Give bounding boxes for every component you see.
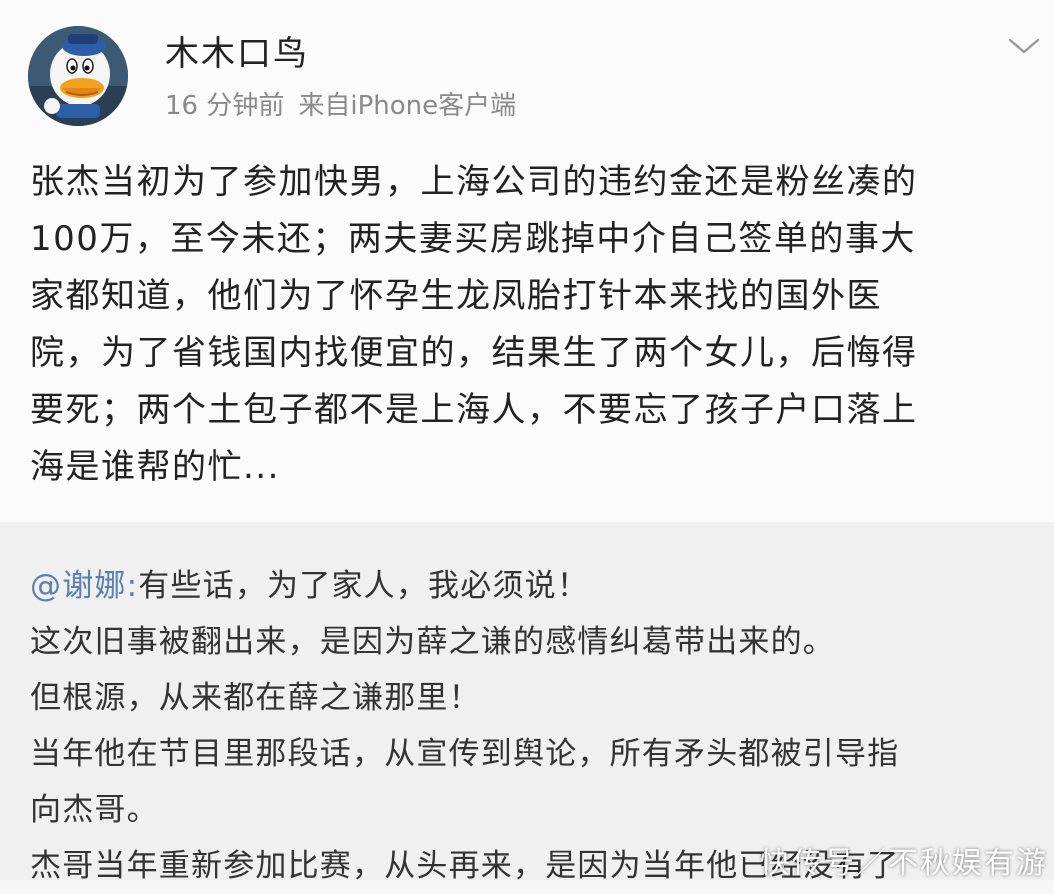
chevron-down-icon (1008, 38, 1040, 54)
mention-link[interactable]: @谢娜: (30, 568, 138, 604)
reposted-content[interactable]: @谢娜:有些话，为了家人，我必须说！ 这次旧事被翻出来，是因为薛之谦的感情纠葛带… (0, 522, 1054, 884)
post-source: 来自iPhone客户端 (298, 91, 517, 121)
post-time: 16 分钟前 (165, 91, 285, 121)
post-body: 张杰当初为了参加快男，上海公司的违约金还是粉丝凑的 100万，至今未还；两夫妻买… (30, 154, 1030, 496)
repost-first-line: @谢娜:有些话，为了家人，我必须说！ (30, 558, 1040, 614)
post-header: 木木口鸟 16 分钟前 来自iPhone客户端 (0, 0, 1054, 140)
more-options-button[interactable] (1006, 34, 1042, 58)
repost-body-line: 向杰哥。 (30, 792, 159, 828)
post-meta: 16 分钟前 来自iPhone客户端 (165, 88, 516, 124)
repost-body-line: 但根源，从来都在薛之谦那里！ (30, 680, 481, 716)
post-body-line: 海是谁帮的忙... (30, 447, 280, 487)
post-body-line: 要死；两个土包子都不是上海人，不要忘了孩子户口落上 (30, 390, 918, 430)
repost-first-line-text: 有些话，为了家人，我必须说！ (138, 568, 590, 604)
repost-body-line: 这次旧事被翻出来，是因为薛之谦的感情纠葛带出来的。 (30, 624, 835, 660)
weibo-post: 木木口鸟 16 分钟前 来自iPhone客户端 张杰当初为了参加快男，上海公司的违… (0, 0, 1054, 884)
donald-duck-avatar-icon (28, 26, 128, 126)
watermark: 快传号／不秋娱有游 (760, 846, 1048, 881)
author-name[interactable]: 木木口鸟 (165, 32, 309, 76)
repost-body-line: 当年他在节目里那段话，从宣传到舆论，所有矛头都被引导指 (30, 736, 900, 772)
avatar[interactable] (28, 26, 128, 126)
post-body-line: 张杰当初为了参加快男，上海公司的违约金还是粉丝凑的 (30, 162, 918, 202)
post-body-line: 院，为了省钱国内找便宜的，结果生了两个女儿，后悔得 (30, 333, 918, 373)
post-body-line: 家都知道，他们为了怀孕生龙凤胎打针本来找的国外医 (30, 276, 882, 316)
post-body-line: 100万，至今未还；两夫妻买房跳掉中介自己签单的事大 (30, 219, 916, 259)
